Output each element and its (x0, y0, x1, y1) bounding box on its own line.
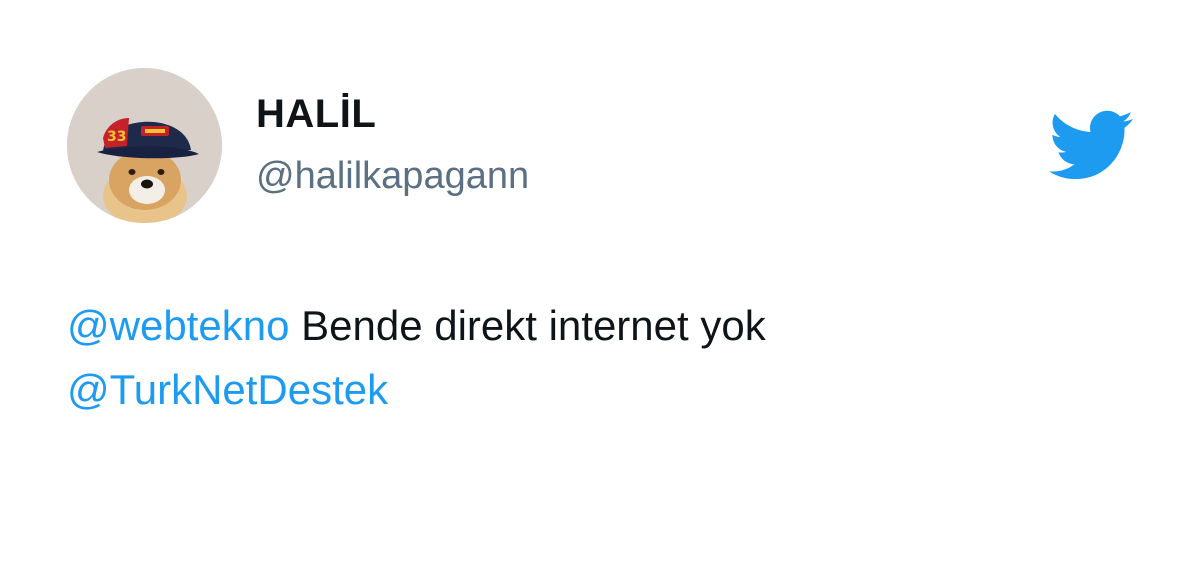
author-handle[interactable]: @halilkapagann (256, 155, 529, 198)
tweet-card: 33 HALİL @halilkapagann @webtekno Bende … (0, 0, 1200, 585)
author-display-name[interactable]: HALİL (256, 92, 376, 137)
mention-link[interactable]: @TurkNetDestek (67, 366, 388, 413)
avatar-image: 33 (67, 68, 222, 223)
mention-link[interactable]: @webtekno (67, 302, 289, 349)
tweet-text: @webtekno Bende direkt internet yok @Tur… (67, 294, 1127, 422)
avatar[interactable]: 33 (67, 68, 222, 223)
tweet-body-text: Bende direkt internet yok (289, 302, 766, 349)
svg-text:33: 33 (107, 129, 126, 145)
twitter-bird-icon[interactable] (1045, 108, 1135, 182)
